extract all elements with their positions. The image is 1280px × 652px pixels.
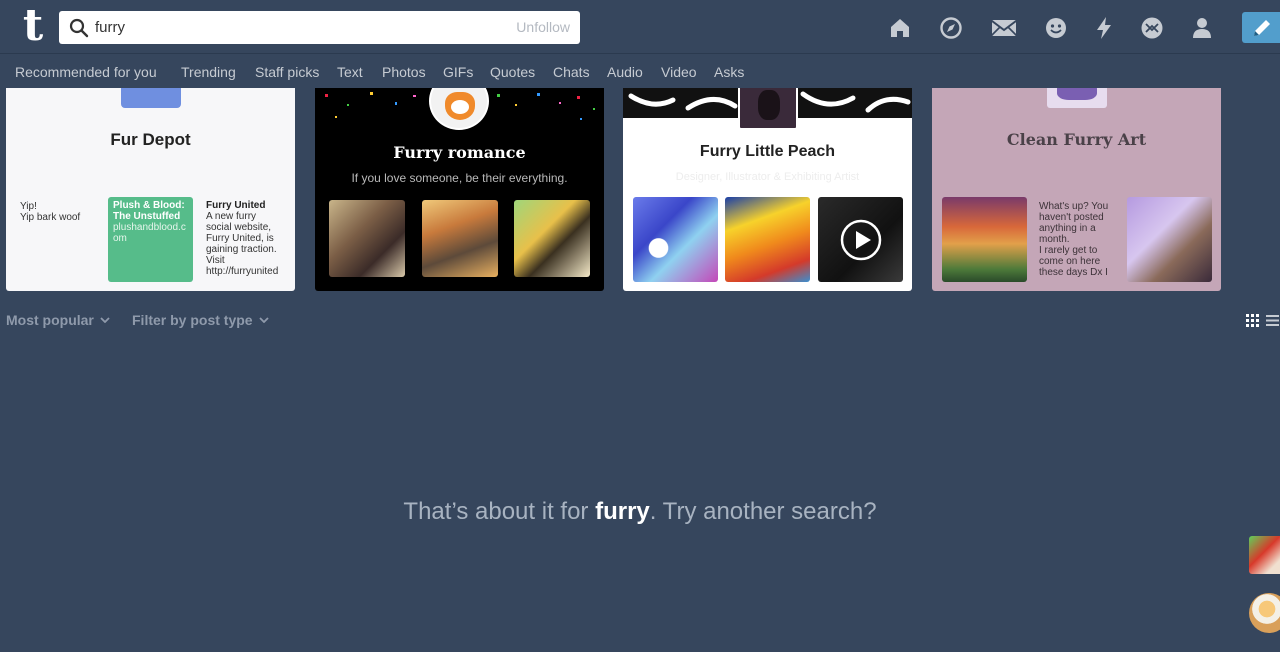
- tab-audio[interactable]: Audio: [607, 64, 643, 80]
- chevron-down-icon: [100, 317, 110, 323]
- end-of-results-message: That’s about it for furry. Try another s…: [403, 498, 877, 525]
- tumblr-logo[interactable]: t: [18, 4, 48, 48]
- blog-card-fur-depot[interactable]: Fur Depot Yip! Yip bark woof Plush & Blo…: [6, 88, 295, 291]
- explore-icon[interactable]: [935, 12, 967, 44]
- post-preview-url: plushandblood.com: [113, 222, 186, 244]
- tab-gifs[interactable]: GIFs: [443, 64, 473, 80]
- post-type-label: Filter by post type: [132, 312, 253, 328]
- blog-title: Furry Little Peach: [699, 143, 836, 160]
- tab-photos[interactable]: Photos: [382, 64, 426, 80]
- post-thumbnail[interactable]: [1127, 197, 1212, 282]
- tab-video[interactable]: Video: [661, 64, 697, 80]
- blog-card-furry-little-peach[interactable]: Furry Little Peach Designer, Illustrator…: [623, 88, 912, 291]
- activity-icon[interactable]: [1088, 12, 1120, 44]
- search-box[interactable]: Unfollow: [59, 11, 580, 44]
- search-term: furry: [595, 498, 650, 525]
- post-type-dropdown[interactable]: Filter by post type: [132, 312, 269, 328]
- tab-chats[interactable]: Chats: [553, 64, 590, 80]
- chevron-down-icon: [258, 317, 269, 323]
- account-icon[interactable]: [1186, 12, 1218, 44]
- compose-button[interactable]: [1242, 12, 1280, 43]
- post-preview-text: What's up? You haven't posted anything i…: [1039, 201, 1109, 278]
- inbox-icon[interactable]: [988, 12, 1020, 44]
- post-thumbnail[interactable]: [633, 197, 718, 282]
- explore-tabs: Recommended for you Trending Staff picks…: [0, 54, 1280, 88]
- post-preview-title: Plush & Blood: The Unstuffed: [113, 200, 185, 222]
- user-avatar[interactable]: [1249, 536, 1280, 574]
- blog-avatar[interactable]: [738, 88, 798, 130]
- blog-title: Clean Furry Art: [1006, 130, 1147, 149]
- blog-title: Fur Depot: [110, 130, 191, 149]
- tab-recommended[interactable]: Recommended for you: [15, 64, 157, 80]
- blog-description: Designer, Illustrator & Exhibiting Artis…: [675, 171, 860, 183]
- play-icon[interactable]: [840, 219, 882, 261]
- search-icon: [69, 18, 89, 38]
- blog-title: Furry romance: [393, 143, 526, 162]
- user-avatar[interactable]: [1249, 593, 1280, 633]
- grid-view-icon[interactable]: [1246, 314, 1259, 327]
- home-icon[interactable]: [884, 12, 916, 44]
- post-thumbnail[interactable]: [942, 197, 1027, 282]
- tab-trending[interactable]: Trending: [181, 64, 236, 80]
- tab-asks[interactable]: Asks: [714, 64, 744, 80]
- search-input[interactable]: [95, 15, 475, 40]
- post-thumbnail[interactable]: [422, 200, 498, 277]
- post-thumbnail[interactable]: [514, 200, 590, 277]
- tab-staff-picks[interactable]: Staff picks: [255, 64, 319, 80]
- post-thumbnail[interactable]: [725, 197, 810, 282]
- blog-card-furry-romance[interactable]: Furry romance If you love someone, be th…: [315, 88, 604, 291]
- blog-avatar[interactable]: [121, 88, 181, 108]
- tab-text[interactable]: Text: [337, 64, 363, 80]
- post-preview-text: Yip! Yip bark woof: [20, 201, 81, 223]
- list-view-icon[interactable]: [1266, 314, 1279, 327]
- blog-card-clean-furry-art[interactable]: Clean Furry Art What's up? You haven't p…: [932, 88, 1221, 291]
- blog-description: If you love someone, be their everything…: [351, 171, 568, 185]
- labs-icon[interactable]: [1136, 12, 1168, 44]
- sort-dropdown[interactable]: Most popular: [6, 312, 110, 328]
- blog-avatar[interactable]: [1047, 88, 1107, 108]
- post-thumbnail[interactable]: [329, 200, 405, 277]
- post-preview-text[interactable]: Furry United A new furry social website,…: [206, 200, 282, 278]
- messaging-icon[interactable]: [1040, 12, 1072, 44]
- video-thumbnail[interactable]: [818, 197, 903, 282]
- top-bar: t Unfollow: [0, 0, 1280, 54]
- tab-quotes[interactable]: Quotes: [490, 64, 535, 80]
- post-preview-link[interactable]: Plush & Blood: The Unstuffed plushandblo…: [108, 197, 193, 282]
- unfollow-link[interactable]: Unfollow: [516, 19, 570, 35]
- sort-label: Most popular: [6, 312, 94, 328]
- pencil-icon: [1254, 19, 1270, 36]
- blog-cards: Fur Depot Yip! Yip bark woof Plush & Blo…: [0, 88, 1280, 292]
